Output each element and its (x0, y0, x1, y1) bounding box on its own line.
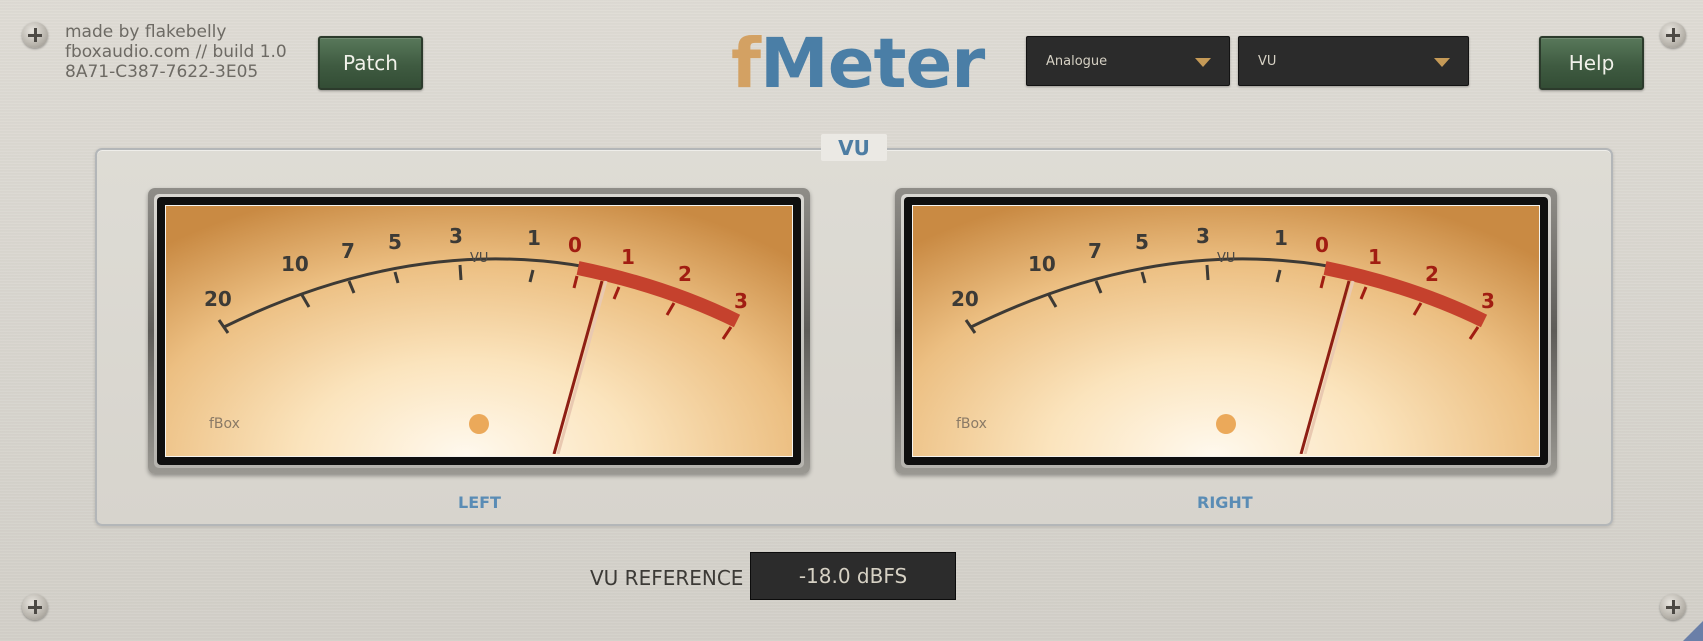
left-meter: 20 10 7 5 3 1 0 1 2 3 VU fBox (148, 188, 810, 474)
scale-label-plus1: 1 (621, 245, 635, 269)
tick-3 (1205, 264, 1210, 281)
vu-reference-label: VU REFERENCE (590, 566, 744, 590)
screw-icon (1660, 22, 1686, 48)
tick-plus3 (1468, 326, 1480, 340)
scale-label-5: 5 (388, 230, 402, 254)
patch-button[interactable]: Patch (318, 36, 423, 90)
tick-plus2 (665, 302, 676, 316)
logo-f: f (731, 24, 761, 104)
scale-label-3: 3 (1196, 224, 1210, 248)
meter-type-dropdown[interactable]: VU (1238, 36, 1469, 86)
vu-scale: 20 10 7 5 3 1 0 1 2 3 VU fBox (951, 224, 1495, 454)
brand-label: fBox (956, 416, 987, 432)
tick-0 (572, 275, 579, 289)
tick-5 (1140, 271, 1147, 284)
chevron-down-icon (1434, 58, 1450, 67)
credits: made by flakebelly fboxaudio.com // buil… (65, 22, 287, 82)
scale-label-1: 1 (1274, 226, 1288, 250)
meter-face: 20 10 7 5 3 1 0 1 2 3 VU fBox (165, 205, 793, 457)
meter-type-value: VU (1258, 53, 1277, 69)
tick-1 (1275, 269, 1282, 283)
needle-shadow (556, 280, 608, 454)
scale-label-7: 7 (341, 239, 355, 263)
pivot-dot (1216, 414, 1236, 434)
left-channel-label: LEFT (458, 493, 501, 512)
needle (552, 280, 604, 454)
tick-plus3 (721, 326, 733, 340)
meter-style-dropdown[interactable]: Analogue (1026, 36, 1230, 86)
tick-10 (300, 294, 311, 308)
unit-label: VU (470, 251, 488, 266)
app-logo: fMeter (731, 24, 985, 104)
tick-plus1 (612, 286, 621, 300)
tick-7 (1094, 280, 1103, 294)
scale-label-10: 10 (281, 252, 309, 276)
tick-3 (458, 264, 463, 281)
tick-10 (1047, 294, 1058, 308)
credits-serial: 8A71-C387-7622-3E05 (65, 62, 259, 82)
meter-style-value: Analogue (1046, 53, 1108, 69)
tick-0 (1319, 275, 1326, 289)
scale-label-0: 0 (568, 233, 582, 257)
screw-icon (22, 594, 48, 620)
right-channel-label: RIGHT (1197, 493, 1253, 512)
scale-label-plus1: 1 (1368, 245, 1382, 269)
tick-plus1 (1359, 286, 1368, 300)
vu-scale: 20 10 7 5 3 1 0 1 2 3 VU fBox (204, 224, 748, 454)
screw-icon (22, 22, 48, 48)
needle (1299, 280, 1351, 454)
tick-5 (393, 271, 400, 284)
scale-label-plus3: 3 (734, 289, 748, 313)
tick-plus2 (1412, 302, 1423, 316)
scale-label-5: 5 (1135, 230, 1149, 254)
scale-label-20: 20 (204, 287, 232, 311)
credits-website: fboxaudio.com // build 1.0 (65, 42, 287, 62)
scale-label-plus3: 3 (1481, 289, 1495, 313)
scale-label-plus2: 2 (678, 262, 692, 286)
scale-label-7: 7 (1088, 239, 1102, 263)
brand-label: fBox (209, 416, 240, 432)
scale-label-20: 20 (951, 287, 979, 311)
credits-author: made by flakebelly (65, 22, 227, 42)
meter-frame: 20 10 7 5 3 1 0 1 2 3 VU fBox (157, 197, 801, 465)
meter-face: 20 10 7 5 3 1 0 1 2 3 VU fBox (912, 205, 1540, 457)
scale-label-0: 0 (1315, 233, 1329, 257)
tick-7 (347, 280, 356, 294)
resize-handle-icon[interactable] (1683, 621, 1703, 641)
tick-1 (528, 269, 535, 283)
right-meter: 20 10 7 5 3 1 0 1 2 3 VU fBox (895, 188, 1557, 474)
chevron-down-icon (1195, 58, 1211, 67)
needle-shadow (1303, 280, 1355, 454)
vu-reference-field[interactable]: -18.0 dBFS (750, 552, 956, 600)
meter-frame: 20 10 7 5 3 1 0 1 2 3 VU fBox (904, 197, 1548, 465)
scale-label-10: 10 (1028, 252, 1056, 276)
scale-label-3: 3 (449, 224, 463, 248)
help-button[interactable]: Help (1539, 36, 1644, 90)
scale-label-1: 1 (527, 226, 541, 250)
pivot-dot (469, 414, 489, 434)
screw-icon (1660, 594, 1686, 620)
logo-meter: Meter (760, 24, 985, 104)
scale-label-plus2: 2 (1425, 262, 1439, 286)
unit-label: VU (1217, 251, 1235, 266)
panel-title: VU (821, 134, 887, 161)
